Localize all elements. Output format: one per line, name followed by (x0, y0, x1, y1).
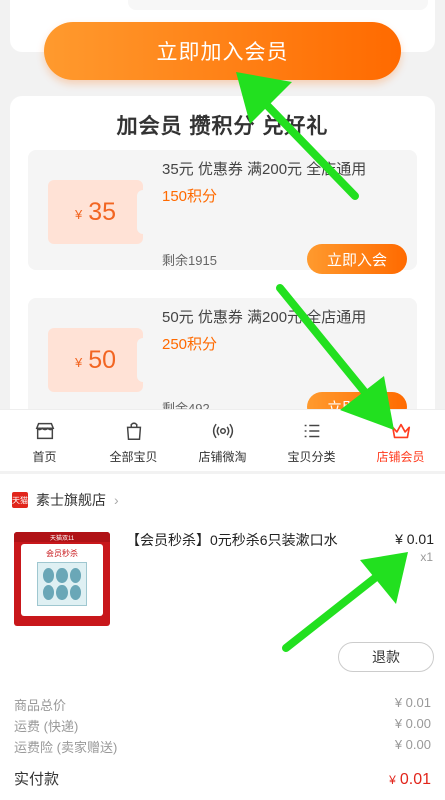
ticket-currency: ¥ (74, 354, 83, 370)
tab-label: 全部宝贝 (109, 450, 158, 464)
product-title[interactable]: 【会员秒杀】0元秒杀6只装漱口水 (126, 530, 338, 550)
coupon-points: 250积分 (162, 336, 218, 353)
total-row: 实付款 ¥0.01 (14, 768, 431, 789)
tmall-badge: 天猫 (12, 492, 28, 508)
summary-value: ¥ 0.00 (394, 716, 431, 731)
store-icon (35, 422, 54, 440)
tab-weitao[interactable]: 店铺微淘 (178, 410, 267, 471)
coupon-card: ¥ 50 50元 优惠券 满200元 全店通用 250积分 剩余492 立即入会 (28, 298, 417, 422)
summary-row: 运费 (快递) ¥ 0.00 (14, 716, 431, 735)
tab-categories[interactable]: 宝贝分类 (267, 410, 356, 471)
member-benefits-panel: 加会员 攒积分 兑好礼 ¥ 35 35元 优惠券 满200元 全店通用 150积… (10, 96, 435, 426)
ticket-currency: ¥ (74, 206, 83, 222)
tab-label: 宝贝分类 (287, 450, 336, 464)
crown-icon (391, 423, 410, 439)
coupon-remaining: 剩余1915 (162, 253, 217, 268)
summary-label: 运费 (快递) (14, 719, 79, 734)
ticket-amount: 35 (88, 197, 117, 226)
total-value: ¥0.01 (389, 771, 431, 789)
list-icon (304, 424, 319, 438)
tab-label: 店铺会员 (376, 450, 425, 464)
summary-value: ¥ 0.00 (394, 737, 431, 752)
tab-home[interactable]: 首页 (0, 410, 89, 471)
refund-button[interactable]: 退款 (338, 642, 434, 672)
product-image-title: 会员秒杀 (46, 549, 78, 558)
coupon-points: 150积分 (162, 188, 218, 205)
coupon-ticket: ¥ 35 (48, 180, 149, 244)
shop-tab-bar: 首页 全部宝贝 店铺微淘 宝贝分类 店铺会员 (0, 409, 445, 471)
product-image-card: 会员秒杀 (21, 544, 103, 616)
coupon-ticket: ¥ 50 (48, 328, 149, 392)
summary-value: ¥ 0.01 (394, 695, 431, 710)
tab-all-items[interactable]: 全部宝贝 (89, 410, 178, 471)
order-details: 天猫 素士旗舰店 › 天猫双11 会员秒杀 【会员秒杀】0元秒杀6只装漱口水 ¥… (0, 474, 445, 800)
total-amount: 0.01 (399, 771, 431, 788)
product-price: ¥ 0.01 (395, 531, 434, 547)
panel-title: 加会员 攒积分 兑好礼 (116, 115, 329, 138)
tab-label: 首页 (32, 450, 57, 464)
join-membership-button[interactable]: 立即加入会员 (44, 22, 401, 80)
shop-link[interactable]: 天猫 素士旗舰店 › (12, 490, 119, 510)
summary-label: 商品总价 (14, 698, 67, 713)
product-image[interactable]: 天猫双11 会员秒杀 (14, 532, 110, 626)
tab-membership[interactable]: 店铺会员 (356, 410, 445, 471)
tab-label: 店铺微淘 (198, 450, 247, 464)
product-quantity: x1 (420, 550, 433, 564)
shopping-bag-icon (126, 422, 141, 440)
coupon-description: 50元 优惠券 满200元 全店通用 (162, 309, 367, 326)
top-card-inner (128, 0, 428, 10)
shop-name: 素士旗舰店 (36, 492, 106, 508)
ticket-amount: 50 (88, 345, 117, 374)
coupon-description: 35元 优惠券 满200元 全店通用 (162, 161, 367, 178)
product-image-top-text: 天猫双11 (50, 536, 75, 542)
summary-label: 运费险 (卖家赠送) (14, 740, 118, 755)
total-currency: ¥ (389, 773, 396, 787)
broadcast-icon (212, 423, 233, 439)
summary-row: 运费险 (卖家赠送) ¥ 0.00 (14, 737, 431, 756)
total-label: 实付款 (14, 771, 60, 788)
chevron-right-icon: › (114, 492, 119, 508)
product-box-illustration (37, 562, 87, 606)
summary-row: 商品总价 ¥ 0.01 (14, 695, 431, 714)
coupon-card: ¥ 35 35元 优惠券 满200元 全店通用 150积分 剩余1915 立即入… (28, 150, 417, 274)
coupon-join-button[interactable]: 立即入会 (307, 244, 407, 274)
